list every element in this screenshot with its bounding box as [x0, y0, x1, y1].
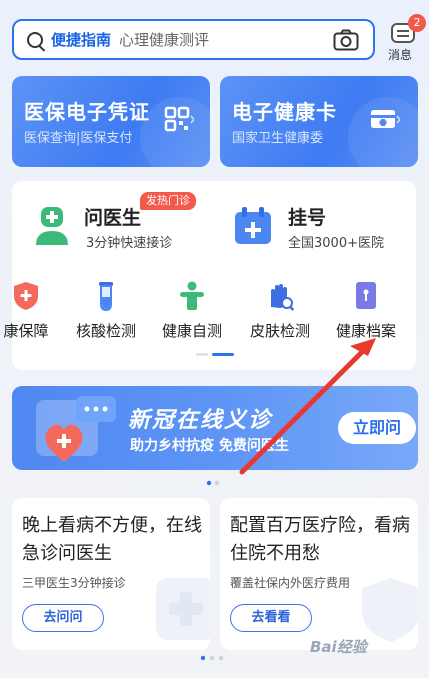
- hand-scan-icon: [271, 284, 294, 311]
- camera-icon[interactable]: [333, 29, 359, 51]
- go-ask-button[interactable]: 去问问: [22, 604, 104, 632]
- service-label: 健康自测: [161, 322, 222, 340]
- promo-subtitle: 覆盖社保内外医疗费用: [230, 576, 351, 590]
- banner-subline: 助力乡村抗疫 免费问医生: [130, 438, 289, 454]
- services-panel: 问医生 3分钟快速接诊 发热门诊 挂号 全国3000+医院 康保障 核酸检测 健…: [3, 181, 416, 370]
- promo-title: 晚上看病不方便，在线急诊问医生: [22, 515, 202, 564]
- search-bar[interactable]: 便捷指南 心理健康测评: [12, 19, 375, 60]
- messages-label: 消息: [388, 48, 413, 62]
- ask-doctor-subtitle: 3分钟快速接诊: [86, 236, 173, 251]
- promo-subtitle: 三甲医生3分钟接诊: [22, 576, 126, 590]
- services-pager-active: [212, 353, 234, 356]
- medical-cross-decoration: [156, 578, 210, 640]
- qr-code-icon: [164, 106, 194, 132]
- free-consult-banner[interactable]: 新冠在线义诊 助力乡村抗疫 免费问医生 立即问: [12, 386, 418, 470]
- fever-clinic-tag: 发热门诊: [140, 192, 196, 210]
- consult-illustration-icon: [36, 396, 116, 462]
- registration-title: 挂号: [288, 207, 327, 229]
- shield-decoration: [362, 578, 418, 642]
- card-title: 医保电子凭证: [24, 100, 150, 124]
- ask-now-button[interactable]: 立即问: [338, 412, 416, 444]
- service-item-nucleic-test[interactable]: 核酸检测: [60, 281, 152, 341]
- medical-insurance-card[interactable]: 医保电子凭证 医保查询|医保支付: [12, 76, 210, 167]
- registration-entry[interactable]: 挂号 全国3000+医院: [234, 203, 409, 253]
- health-card[interactable]: 电子健康卡 国家卫生健康委: [220, 76, 418, 167]
- card-subtitle: 医保查询|医保支付: [24, 131, 133, 146]
- service-label: 皮肤检测: [249, 322, 310, 340]
- service-item-health-record[interactable]: 健康档案: [320, 281, 412, 341]
- card-subtitle: 国家卫生健康委: [232, 131, 324, 146]
- promo-card-emergency[interactable]: 晚上看病不方便，在线急诊问医生 三甲医生3分钟接诊 去问问: [12, 498, 210, 650]
- service-label: 核酸检测: [75, 322, 136, 340]
- go-see-button[interactable]: 去看看: [230, 604, 312, 632]
- watermark-logo: Bai经验: [310, 638, 367, 656]
- message-count-badge: 2: [408, 14, 426, 32]
- test-tube-icon: [99, 282, 113, 311]
- search-keyword[interactable]: 便捷指南: [51, 29, 111, 50]
- promo-pager: [200, 655, 224, 661]
- service-item-self-test[interactable]: 健康自测: [146, 281, 238, 341]
- calendar-icon: [235, 207, 271, 244]
- person-icon: [180, 281, 204, 310]
- search-icon: [27, 31, 43, 48]
- banner-headline: 新冠在线义诊: [128, 408, 273, 433]
- file-icon: [356, 282, 376, 309]
- search-placeholder: 心理健康测评: [119, 31, 210, 49]
- promo-card-insurance[interactable]: 配置百万医疗险，看病住院不用愁 覆盖社保内外医疗费用 去看看: [220, 498, 418, 650]
- ask-doctor-title: 问医生: [84, 207, 142, 229]
- promo-title: 配置百万医疗险，看病住院不用愁: [230, 515, 410, 564]
- ask-doctor-entry[interactable]: 问医生 3分钟快速接诊: [34, 203, 214, 253]
- doctor-icon: [36, 207, 68, 245]
- card-title: 电子健康卡: [232, 100, 337, 124]
- banner-pager: [206, 480, 220, 486]
- registration-subtitle: 全国3000+医院: [288, 236, 384, 251]
- service-item-skin-test[interactable]: 皮肤检测: [234, 281, 326, 341]
- health-card-icon: [371, 110, 400, 128]
- services-pager-dot: [196, 353, 208, 356]
- service-label: 健康档案: [335, 322, 396, 340]
- messages-button[interactable]: 2 消息: [384, 14, 426, 62]
- shield-icon: [14, 282, 38, 310]
